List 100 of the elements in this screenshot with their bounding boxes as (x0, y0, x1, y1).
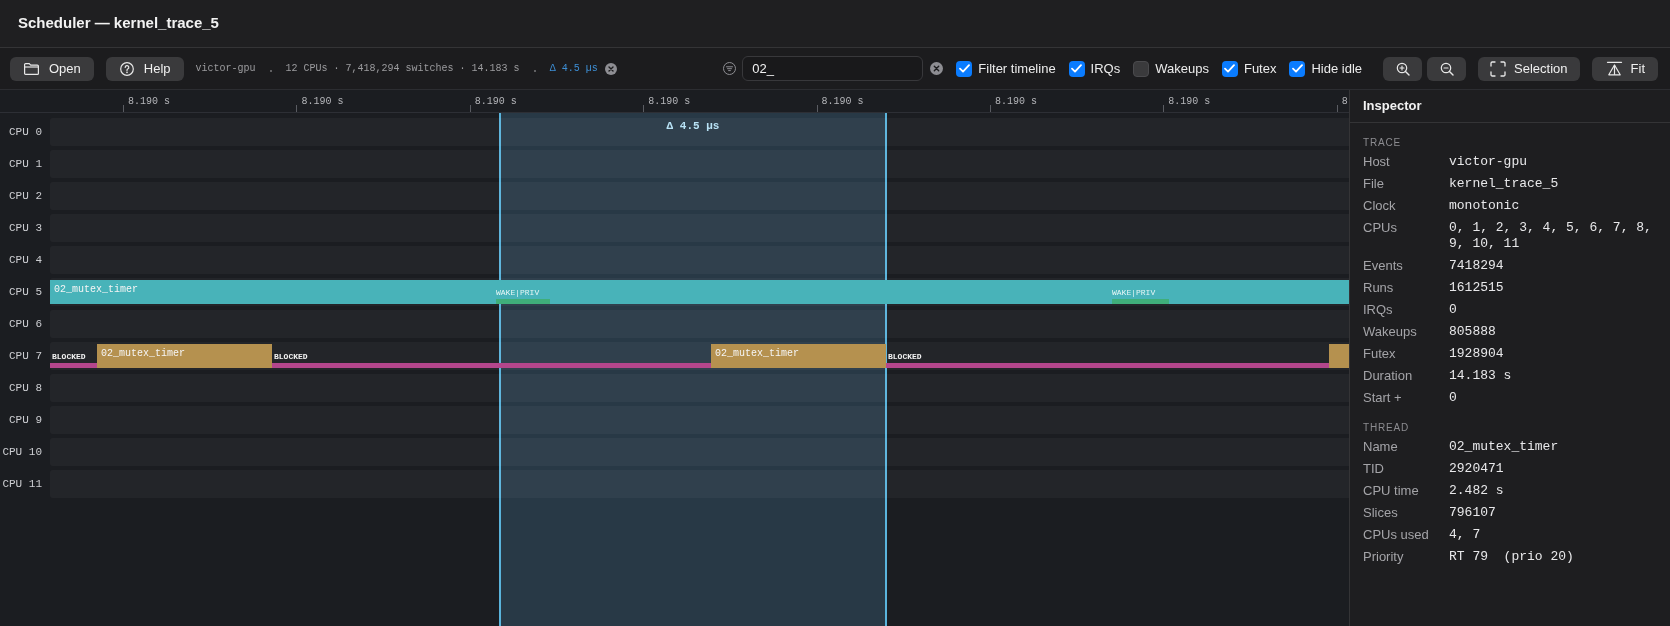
checkmark-icon (958, 64, 970, 73)
slice-label: 02_mutex_timer (715, 348, 799, 360)
cpu-label: CPU 5 (9, 284, 42, 300)
zoom-in-button[interactable] (1383, 56, 1423, 81)
cpu-label: CPU 0 (9, 124, 42, 140)
checkbox[interactable] (1133, 60, 1150, 77)
checkmark-icon (1291, 64, 1303, 73)
field-label: Runs (1363, 280, 1395, 296)
checkmark-icon (1224, 64, 1236, 73)
cpu-label: CPU 4 (9, 252, 42, 268)
field-label: Clock (1363, 198, 1397, 214)
state-label: BLOCKED (52, 352, 86, 362)
checkmark-icon (1071, 64, 1083, 73)
cpu-label: CPU 7 (9, 348, 42, 364)
field-label: Name (1363, 439, 1399, 455)
section-heading: THREAD (1363, 420, 1409, 435)
zoom-in-icon (1395, 61, 1410, 76)
filter-field[interactable]: 02_ (742, 56, 924, 81)
state-label: BLOCKED (274, 352, 308, 362)
field-label: Slices (1363, 505, 1399, 521)
checkbox[interactable] (1289, 60, 1306, 77)
event-marker (496, 299, 550, 304)
state-label: BLOCKED (888, 352, 922, 362)
field-value: 4, 7 (1449, 527, 1482, 543)
open-button[interactable]: Open (10, 56, 94, 81)
slice-label: 02_mutex_timer (101, 348, 185, 360)
selection-button[interactable]: Selection (1478, 56, 1580, 81)
tick-label: 8.190 s (474, 95, 517, 108)
field-value: 0 (1449, 302, 1458, 318)
cpu-label: CPU 1 (9, 156, 42, 172)
selection-duration: Δ 4.5 µs (549, 62, 598, 76)
filter-icon (723, 62, 737, 75)
event-label: WAKE|PRIV (1112, 288, 1156, 298)
clear-icon[interactable] (930, 62, 944, 75)
event-marker (1112, 299, 1169, 304)
host-name: victor-gpu (195, 62, 256, 76)
field-label: Duration (1363, 368, 1414, 384)
field-value: RT 79 (prio 20) (1449, 549, 1575, 565)
checkbox-label[interactable]: Filter timeline (978, 58, 1056, 79)
field-value: monotonic (1449, 198, 1521, 214)
field-value: 1928904 (1449, 346, 1505, 362)
field-value: 2920471 (1449, 461, 1505, 477)
checkbox[interactable] (956, 60, 973, 77)
field-label: Wakeups (1363, 324, 1418, 340)
field-value: 0 (1449, 390, 1458, 406)
fit-button[interactable]: Fit (1591, 56, 1658, 81)
field-label: Priority (1363, 549, 1405, 565)
tick-label: 8.190 s (128, 95, 170, 108)
cpu-label: CPU 6 (9, 316, 42, 332)
field-value: 805888 (1449, 324, 1497, 340)
field-label: TID (1363, 461, 1385, 477)
checkbox-label[interactable]: IRQs (1090, 58, 1121, 79)
corner-brackets-icon (1490, 60, 1507, 77)
tick-label: 8.190 s (1168, 95, 1211, 108)
cpu-label: CPU 2 (9, 188, 42, 204)
field-value: 1612515 (1449, 280, 1505, 296)
selection-duration: Δ 4.5 µs (666, 119, 720, 133)
field-label: CPU time (1363, 483, 1420, 499)
help-icon (119, 61, 134, 76)
window-title: Scheduler — kernel_trace_5 (18, 13, 219, 34)
field-label: IRQs (1363, 302, 1394, 318)
tick-label: 8.190 s (821, 95, 864, 108)
cpu-label: CPU 9 (9, 412, 42, 428)
checkbox[interactable] (1068, 60, 1085, 77)
tick-label: 8.190 s (301, 95, 344, 108)
zoom-out-button[interactable] (1427, 56, 1467, 81)
field-label: CPUs (1363, 220, 1398, 237)
field-value: 0, 1, 2, 3, 4, 5, 6, 7, 8, 9, 10, 11 (1449, 220, 1653, 252)
field-value: kernel_trace_5 (1449, 176, 1560, 192)
field-label: Host (1363, 154, 1391, 170)
field-label: CPUs used (1363, 527, 1430, 543)
panel-title: Inspector (1363, 97, 1422, 116)
slice-label: 02_mutex_timer (54, 284, 138, 296)
help-button[interactable]: Help (105, 56, 184, 81)
field-value: victor-gpu (1449, 154, 1528, 170)
cpu-label: CPU 3 (9, 220, 42, 236)
field-value: 7418294 (1449, 258, 1505, 274)
trace-stats: 12 CPUs · 7,418,294 switches · 14.183 s (285, 62, 520, 76)
checkbox-label[interactable]: Futex (1243, 58, 1277, 79)
tick-label: 8.190 s (994, 95, 1037, 108)
checkbox[interactable] (1221, 60, 1238, 77)
cpu-label: CPU 10 (2, 444, 42, 460)
field-label: Start + (1363, 390, 1403, 406)
field-value: 02_mutex_timer (1449, 439, 1560, 455)
field-value: 796107 (1449, 505, 1497, 521)
field-value: 2.482 s (1449, 483, 1505, 499)
cpu-label: CPU 11 (2, 476, 42, 492)
field-label: Futex (1363, 346, 1397, 362)
split-triangle-icon (1605, 61, 1623, 76)
tick-label: 8.190 s (648, 95, 691, 108)
checkbox-label[interactable]: Hide idle (1311, 58, 1363, 79)
event-label: WAKE|PRIV (496, 288, 540, 298)
tick-label: 8 (1341, 95, 1348, 108)
checkbox-label[interactable]: Wakeups (1155, 58, 1209, 79)
section-heading: TRACE (1363, 135, 1401, 150)
folder-icon (24, 62, 39, 75)
field-label: Events (1363, 258, 1404, 274)
field-value: 14.183 s (1449, 368, 1513, 384)
zoom-out-icon (1439, 61, 1454, 76)
close-icon[interactable] (604, 62, 617, 75)
